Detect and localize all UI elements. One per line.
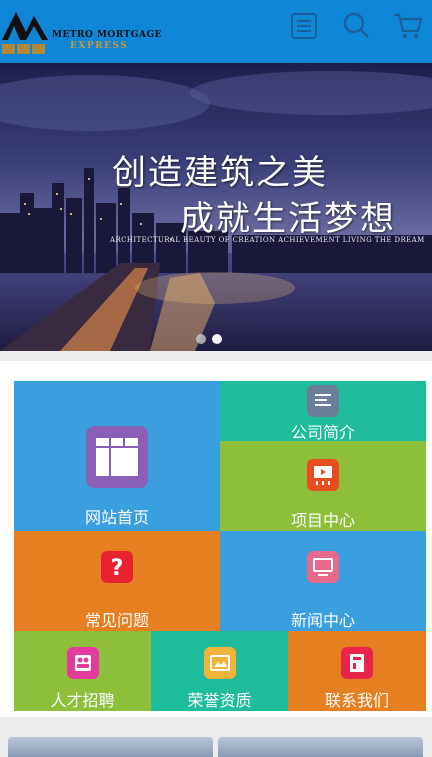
nav-grid: 网站首页 公司简介 项目中心 ? 常见问题 新闻中心 人才招聘 荣誉资质 联系我… (0, 361, 432, 717)
banner-title-line1: 创造建筑之美 (112, 153, 328, 193)
logo-line1: METRO MORTGAGE (52, 30, 163, 40)
phone-book-icon (341, 647, 373, 679)
slider-dot-1[interactable] (196, 334, 206, 344)
nav-label-about: 公司简介 (290, 423, 355, 442)
home-icon (86, 426, 148, 488)
svg-text:?: ? (111, 556, 124, 581)
menu-list-icon[interactable] (288, 10, 320, 42)
bottom-cards (0, 727, 432, 757)
cart-icon[interactable] (392, 10, 424, 42)
nav-label-contact: 联系我们 (324, 691, 389, 710)
logo[interactable]: METRO MORTGAGE EXPRESS (0, 8, 163, 58)
nav-tile-about[interactable]: 公司简介 (220, 381, 426, 442)
nav-tile-honors[interactable]: 荣誉资质 (151, 631, 288, 711)
document-lines-icon (307, 385, 339, 417)
nav-tile-faq[interactable]: ? 常见问题 (14, 531, 220, 631)
slider-dot-2[interactable] (212, 334, 222, 344)
banner-title-line2: 成就生活梦想 (180, 199, 396, 239)
nav-tile-projects[interactable]: 项目中心 (220, 441, 426, 531)
question-icon: ? (101, 551, 133, 583)
nav-tile-jobs[interactable]: 人才招聘 (14, 631, 151, 711)
nav-label-home: 网站首页 (84, 508, 149, 527)
nav-tile-contact[interactable]: 联系我们 (288, 631, 426, 711)
nav-tile-news[interactable]: 新闻中心 (220, 531, 426, 631)
top-header: METRO MORTGAGE EXPRESS (0, 0, 432, 63)
nav-tile-home[interactable]: 网站首页 (14, 381, 220, 531)
nav-label-honors: 荣誉资质 (187, 691, 252, 710)
logo-line2: EXPRESS (70, 41, 129, 51)
people-card-icon (66, 647, 99, 679)
bottom-card-2[interactable] (218, 737, 423, 757)
slider-dots (196, 334, 222, 344)
hero-banner[interactable]: 创造建筑之美 成就生活梦想 ARCHITECTURAL BEAUTY OF CR… (0, 63, 432, 351)
nav-label-jobs: 人才招聘 (50, 691, 115, 710)
nav-label-news: 新闻中心 (290, 611, 355, 630)
nav-label-faq: 常见问题 (84, 611, 149, 630)
search-icon[interactable] (340, 10, 372, 42)
banner-subtitle: ARCHITECTURAL BEAUTY OF CREATION ACHIEVE… (110, 236, 425, 244)
bottom-card-1[interactable] (8, 737, 213, 757)
presentation-icon (307, 459, 339, 491)
nav-label-projects: 项目中心 (290, 511, 355, 530)
picture-frame-icon (203, 647, 236, 679)
monitor-icon (307, 551, 339, 583)
